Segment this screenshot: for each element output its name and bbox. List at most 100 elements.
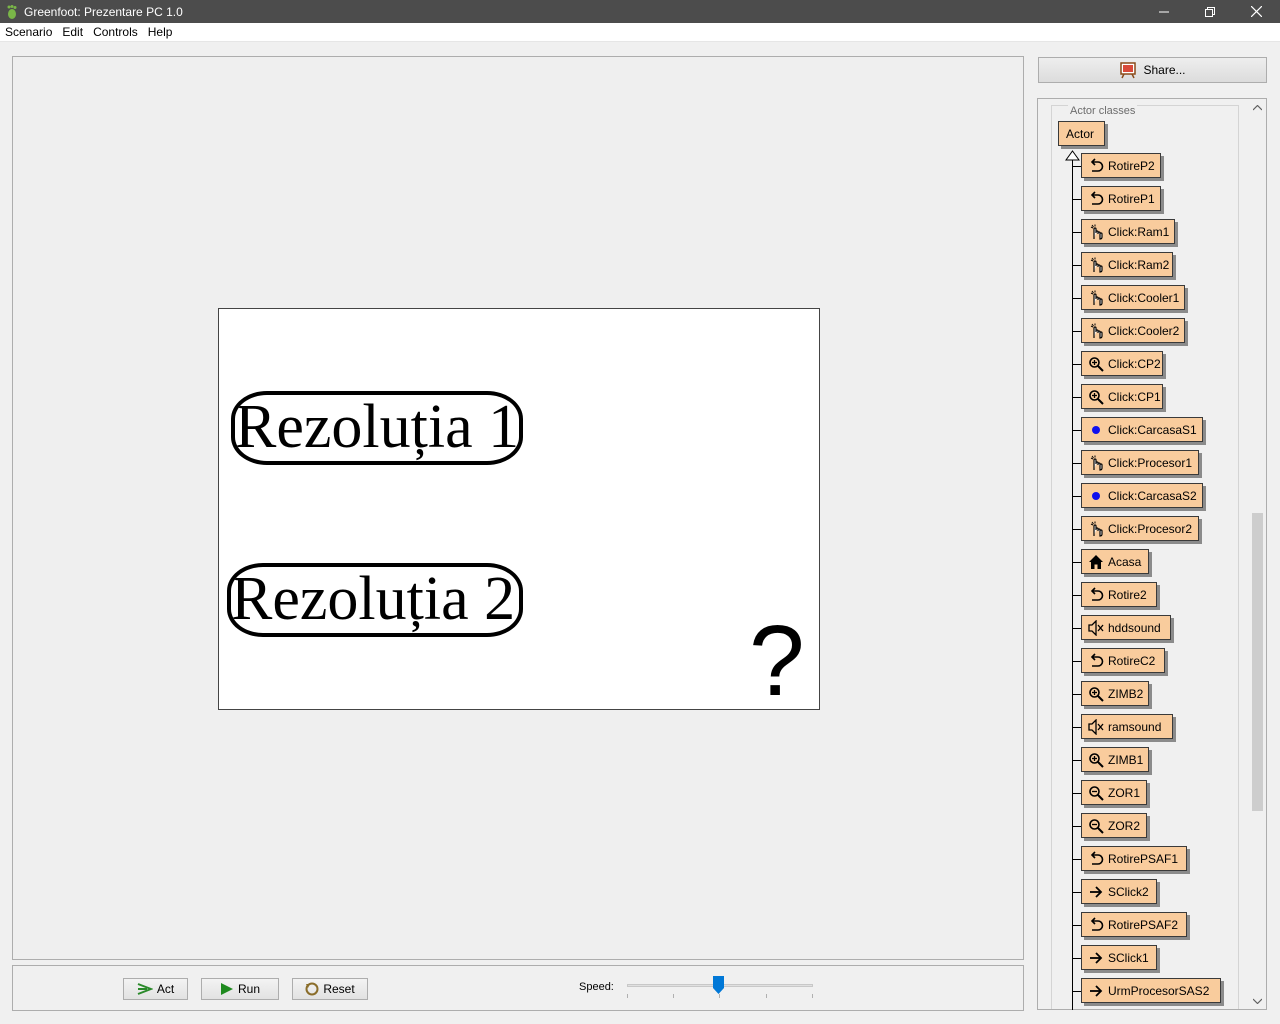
class-tree-branch — [1072, 628, 1081, 629]
class-item[interactable]: RotireC2 — [1081, 648, 1165, 673]
scroll-up-button[interactable] — [1249, 99, 1266, 116]
class-item[interactable]: Click:CarcasaS1 — [1081, 417, 1203, 442]
class-item[interactable]: Acasa — [1081, 549, 1149, 574]
speed-slider-thumb[interactable] — [713, 976, 724, 994]
restore-button[interactable] — [1187, 0, 1233, 23]
class-item-label: RotireP1 — [1108, 191, 1155, 206]
class-item-label: ZIMB2 — [1108, 686, 1144, 701]
class-actor[interactable]: Actor — [1058, 121, 1105, 146]
class-item[interactable]: ZOR1 — [1081, 780, 1147, 805]
class-item-label: RotirePSAF1 — [1108, 851, 1179, 866]
act-arrow-icon — [137, 983, 153, 995]
class-item[interactable]: ramsound — [1081, 714, 1173, 739]
greenfoot-foot-icon — [7, 4, 17, 19]
scroll-up-icon — [1253, 104, 1262, 110]
zoom-in-icon — [1088, 686, 1104, 702]
class-item[interactable]: ZIMB2 — [1081, 681, 1149, 706]
home-icon — [1088, 554, 1104, 570]
scroll-down-button[interactable] — [1249, 992, 1266, 1009]
zoom-out-icon — [1088, 785, 1104, 801]
class-item[interactable]: UrmProcesorSAS2 — [1081, 978, 1221, 1003]
arrow-right-icon — [1088, 950, 1104, 966]
class-tree-branch — [1072, 529, 1081, 530]
zoom-in-icon — [1088, 752, 1104, 768]
class-tree-branch — [1072, 727, 1081, 728]
class-item[interactable]: hddsound — [1081, 615, 1171, 640]
class-item[interactable]: Click:Ram1 — [1081, 219, 1175, 244]
class-tree-branch — [1072, 364, 1081, 365]
class-item[interactable]: RotireP2 — [1081, 153, 1161, 178]
speed-tick — [766, 994, 767, 998]
class-tree-branch — [1072, 760, 1081, 761]
class-item[interactable]: SClick1 — [1081, 945, 1157, 970]
class-item-label: SClick1 — [1108, 950, 1149, 965]
class-tree-branch — [1072, 199, 1081, 200]
class-item[interactable]: RotireP1 — [1081, 186, 1161, 211]
class-panel-scrollbar[interactable] — [1249, 99, 1266, 1009]
class-item[interactable]: ZOR2 — [1081, 813, 1147, 838]
class-item[interactable]: Rotire2 — [1081, 582, 1157, 607]
class-item[interactable]: Click:CarcasaS2 — [1081, 483, 1203, 508]
class-item[interactable]: Click:Procesor1 — [1081, 450, 1199, 475]
restore-icon — [1205, 6, 1215, 17]
inheritance-arrow-icon — [1065, 150, 1080, 161]
class-item-label: ZOR2 — [1108, 818, 1141, 833]
minimize-button[interactable] — [1141, 0, 1187, 23]
scroll-down-icon — [1253, 998, 1262, 1004]
window-title: Greenfoot: Prezentare PC 1.0 — [24, 4, 183, 19]
class-item[interactable]: Click:CP1 — [1081, 384, 1163, 409]
class-item[interactable]: Click:Cooler2 — [1081, 318, 1185, 343]
run-button[interactable]: Run — [201, 978, 279, 1000]
hand-pointer-icon — [1088, 290, 1104, 306]
menu-controls[interactable]: Controls — [88, 23, 143, 42]
speaker-icon — [1088, 718, 1104, 735]
close-button[interactable] — [1233, 0, 1279, 23]
rotate-icon — [1088, 850, 1104, 867]
class-tree-branch — [1072, 166, 1081, 167]
class-item-label: RotireP2 — [1108, 158, 1155, 173]
rezolutia-2-label: Rezoluția 2 — [231, 565, 516, 633]
class-item-label: Click:Ram2 — [1108, 257, 1170, 272]
blue-dot-icon — [1088, 488, 1104, 504]
hand-pointer-icon — [1088, 323, 1104, 339]
speed-label: Speed: — [579, 981, 614, 993]
class-tree-branch — [1072, 595, 1081, 596]
rezolutia-1-button[interactable]: Rezoluția 1 — [231, 391, 523, 465]
class-item-label: Click:Cooler1 — [1108, 290, 1180, 305]
blue-dot-icon — [1088, 422, 1104, 438]
reset-button[interactable]: Reset — [292, 978, 368, 1000]
speed-tick — [719, 994, 720, 998]
scroll-thumb[interactable] — [1252, 513, 1263, 811]
class-tree-branch — [1072, 331, 1081, 332]
rotate-icon — [1088, 652, 1104, 669]
menu-edit[interactable]: Edit — [57, 23, 88, 42]
play-icon — [220, 983, 233, 995]
share-button[interactable]: Share... — [1038, 57, 1267, 83]
class-tree-branch — [1072, 958, 1081, 959]
help-question-button[interactable]: ? — [749, 611, 805, 709]
act-button[interactable]: Act — [123, 978, 188, 1000]
rezolutia-2-button[interactable]: Rezoluția 2 — [227, 563, 523, 637]
class-tree-line — [1072, 160, 1073, 1010]
class-item-label: UrmProcesorSAS2 — [1108, 983, 1210, 998]
class-item-label: Click:Ram1 — [1108, 224, 1170, 239]
class-item[interactable]: ZIMB1 — [1081, 747, 1149, 772]
class-item[interactable]: Click:Ram2 — [1081, 252, 1173, 277]
class-item-label: Click:CP1 — [1108, 389, 1161, 404]
menu-scenario[interactable]: Scenario — [0, 23, 57, 42]
hand-pointer-icon — [1088, 521, 1104, 537]
world-canvas[interactable]: Rezoluția 1 Rezoluția 2 ? — [218, 308, 820, 710]
class-item[interactable]: RotirePSAF1 — [1081, 846, 1187, 871]
class-tree-branch — [1072, 859, 1081, 860]
class-item[interactable]: Click:Cooler1 — [1081, 285, 1185, 310]
run-label: Run — [237, 982, 260, 996]
class-tree-branch — [1072, 991, 1081, 992]
menu-help[interactable]: Help — [143, 23, 178, 42]
class-item[interactable]: RotirePSAF2 — [1081, 912, 1187, 937]
class-item-label: Acasa — [1108, 554, 1142, 569]
class-tree-branch — [1072, 793, 1081, 794]
class-item[interactable]: Click:CP2 — [1081, 351, 1163, 376]
class-item[interactable]: Click:Procesor2 — [1081, 516, 1199, 541]
class-item[interactable]: SClick2 — [1081, 879, 1157, 904]
class-tree-branch — [1072, 694, 1081, 695]
